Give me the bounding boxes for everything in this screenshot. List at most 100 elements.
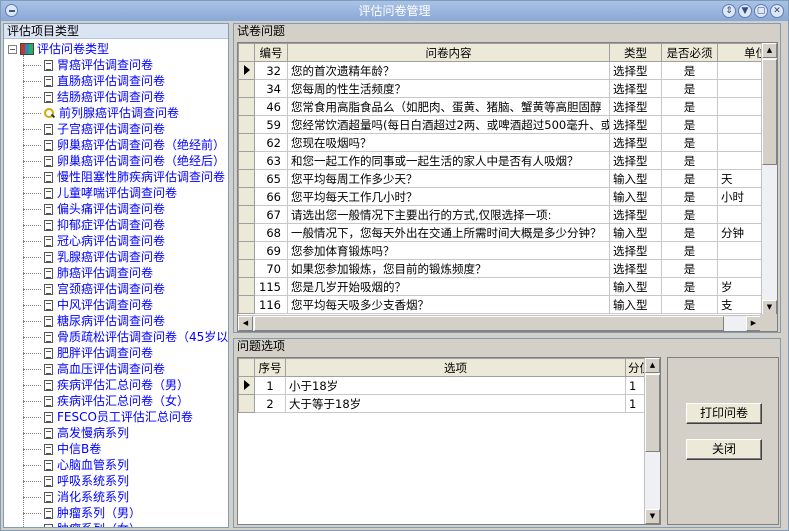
- question-row[interactable]: 69 您参加体育锻炼吗？ 选择型是: [238, 241, 777, 260]
- tree-item[interactable]: 前列腺癌评估调查问卷: [23, 105, 179, 121]
- question-row[interactable]: 59 您经常饮酒超量吗(每日白酒超过2两、或啤酒超过500毫升、或 选择型是: [238, 115, 777, 134]
- tree-item[interactable]: FESCO员工评估汇总问卷: [23, 409, 193, 425]
- question-type-cell[interactable]: 选择型: [609, 61, 662, 80]
- tree-item[interactable]: 慢性阻塞性肺疾病评估调查问卷: [23, 169, 225, 185]
- options-vertical-scrollbar[interactable]: ▲ ▼: [644, 358, 660, 524]
- questions-grid[interactable]: 编号 问卷内容 类型 是否必须 单位 32 您的首次遗精年龄？ 选择型是 34 您每周的…: [237, 42, 778, 332]
- required-cell[interactable]: 是: [661, 187, 718, 206]
- category-tree[interactable]: − 评估问卷类型 胃癌评估调查问卷 直肠癌评估调查问卷 结肠癌评估调查问卷 前列腺癌评…: [4, 39, 228, 527]
- option-text-cell[interactable]: 小于18岁: [285, 376, 626, 395]
- close-button[interactable]: 关闭: [686, 439, 762, 460]
- question-text-cell[interactable]: 您是几岁开始吸烟的？: [287, 277, 610, 296]
- question-id-cell[interactable]: 67: [254, 205, 288, 224]
- question-row[interactable]: 34 您每周的性生活频度？ 选择型是: [238, 79, 777, 98]
- row-selector[interactable]: [238, 115, 255, 134]
- question-id-cell[interactable]: 115: [254, 277, 288, 296]
- tree-item[interactable]: 偏头痛评估调查问卷: [23, 201, 165, 217]
- option-index-cell[interactable]: 2: [254, 394, 286, 413]
- question-text-cell[interactable]: 您每周的性生活频度？: [287, 79, 610, 98]
- tree-item[interactable]: 中信B卷: [23, 441, 101, 457]
- question-type-cell[interactable]: 选择型: [609, 259, 662, 278]
- question-row[interactable]: 70 如果您参加锻炼，您目前的锻炼频度？ 选择型是: [238, 259, 777, 278]
- question-text-cell[interactable]: 您平均每天工作几小时？: [287, 187, 610, 206]
- tree-item[interactable]: 骨质疏松评估调查问卷（45岁以: [23, 329, 228, 345]
- tree-item[interactable]: 肿瘤系列（男）: [23, 505, 141, 521]
- print-questionnaire-button[interactable]: 打印问卷: [686, 403, 762, 424]
- scroll-thumb[interactable]: [762, 59, 777, 165]
- question-id-cell[interactable]: 116: [254, 295, 288, 314]
- question-text-cell[interactable]: 您现在吸烟吗？: [287, 133, 610, 152]
- question-type-cell[interactable]: 选择型: [609, 241, 662, 260]
- option-index-cell[interactable]: 1: [254, 376, 286, 395]
- required-cell[interactable]: 是: [661, 61, 718, 80]
- row-selector[interactable]: [238, 241, 255, 260]
- tree-item[interactable]: 疾病评估汇总问卷（女）: [23, 393, 189, 409]
- question-id-cell[interactable]: 34: [254, 79, 288, 98]
- question-type-cell[interactable]: 选择型: [609, 79, 662, 98]
- column-header[interactable]: 是否必须: [661, 43, 718, 62]
- column-header[interactable]: 选项: [285, 358, 626, 377]
- scroll-down-icon[interactable]: ▼: [762, 300, 777, 315]
- question-type-cell[interactable]: 输入型: [609, 187, 662, 206]
- row-selector[interactable]: [238, 133, 255, 152]
- option-row[interactable]: 1 小于18岁 1: [238, 376, 646, 395]
- question-id-cell[interactable]: 69: [254, 241, 288, 260]
- column-header[interactable]: 序号: [254, 358, 286, 377]
- question-row[interactable]: 32 您的首次遗精年龄？ 选择型是: [238, 61, 777, 80]
- tree-item[interactable]: 肺癌评估调查问卷: [23, 265, 153, 281]
- restore-icon[interactable]: ⇕: [722, 4, 736, 18]
- required-cell[interactable]: 是: [661, 169, 718, 188]
- question-row[interactable]: 62 您现在吸烟吗？ 选择型是: [238, 133, 777, 152]
- row-selector[interactable]: [238, 277, 255, 296]
- row-selector[interactable]: [238, 259, 255, 278]
- tree-item[interactable]: 心脑血管系列: [23, 457, 129, 473]
- question-type-cell[interactable]: 选择型: [609, 205, 662, 224]
- question-row[interactable]: 115 您是几岁开始吸烟的？ 输入型是岁: [238, 277, 777, 296]
- row-selector[interactable]: [238, 151, 255, 170]
- question-type-cell[interactable]: 选择型: [609, 115, 662, 134]
- tree-item[interactable]: 高血压评估调查问卷: [23, 361, 165, 377]
- option-score-cell[interactable]: 1: [625, 394, 646, 413]
- maximize-icon[interactable]: ▢: [754, 4, 768, 18]
- question-text-cell[interactable]: 一般情况下，您每天外出在交通上所需时间大概是多少分钟？: [287, 223, 610, 242]
- question-text-cell[interactable]: 请选出您一般情况下主要出行的方式,仅限选择一项:: [287, 205, 610, 224]
- option-text-cell[interactable]: 大于等于18岁: [285, 394, 626, 413]
- row-selector[interactable]: [238, 394, 255, 413]
- question-type-cell[interactable]: 选择型: [609, 97, 662, 116]
- scroll-left-icon[interactable]: ◀: [238, 316, 253, 331]
- question-row[interactable]: 66 您平均每天工作几小时？ 输入型是小时: [238, 187, 777, 206]
- scroll-thumb[interactable]: [254, 316, 724, 331]
- column-header[interactable]: 类型: [609, 43, 662, 62]
- question-type-cell[interactable]: 选择型: [609, 133, 662, 152]
- question-type-cell[interactable]: 输入型: [609, 277, 662, 296]
- collapse-icon[interactable]: −: [8, 44, 17, 54]
- question-id-cell[interactable]: 70: [254, 259, 288, 278]
- tree-item[interactable]: 肿瘤系列（女）: [23, 521, 141, 527]
- question-text-cell[interactable]: 您经常饮酒超量吗(每日白酒超过2两、或啤酒超过500毫升、或: [287, 115, 610, 134]
- required-cell[interactable]: 是: [661, 277, 718, 296]
- tree-item[interactable]: 呼吸系统系列: [23, 473, 129, 489]
- tree-item[interactable]: 冠心病评估调查问卷: [23, 233, 165, 249]
- questions-vertical-scrollbar[interactable]: ▲ ▼: [761, 43, 777, 315]
- question-id-cell[interactable]: 66: [254, 187, 288, 206]
- tree-item[interactable]: 疾病评估汇总问卷（男）: [23, 377, 189, 393]
- tree-item[interactable]: 高发慢病系列: [23, 425, 129, 441]
- tree-item[interactable]: 直肠癌评估调查问卷: [23, 73, 165, 89]
- row-selector[interactable]: [238, 295, 255, 314]
- tree-item[interactable]: 子宫癌评估调查问卷: [23, 121, 165, 137]
- question-row[interactable]: 68 一般情况下，您每天外出在交通上所需时间大概是多少分钟？ 输入型是分钟: [238, 223, 777, 242]
- row-selector[interactable]: [238, 223, 255, 242]
- tree-item[interactable]: 中风评估调查问卷: [23, 297, 153, 313]
- tree-item[interactable]: 乳腺癌评估调查问卷: [23, 249, 165, 265]
- question-id-cell[interactable]: 59: [254, 115, 288, 134]
- question-id-cell[interactable]: 46: [254, 97, 288, 116]
- question-id-cell[interactable]: 68: [254, 223, 288, 242]
- row-selector[interactable]: [238, 61, 255, 80]
- question-row[interactable]: 67 请选出您一般情况下主要出行的方式,仅限选择一项: 选择型是: [238, 205, 777, 224]
- tree-item[interactable]: 糖尿病评估调查问卷: [23, 313, 165, 329]
- question-row[interactable]: 46 您常食用高脂食品么（如肥肉、蛋黄、猪脑、蟹黄等高胆固醇 选择型是: [238, 97, 777, 116]
- row-selector[interactable]: [238, 376, 255, 395]
- tree-item[interactable]: 肥胖评估调查问卷: [23, 345, 153, 361]
- question-row[interactable]: 116 您平均每天吸多少支香烟？ 输入型是支: [238, 295, 777, 314]
- row-selector[interactable]: [238, 205, 255, 224]
